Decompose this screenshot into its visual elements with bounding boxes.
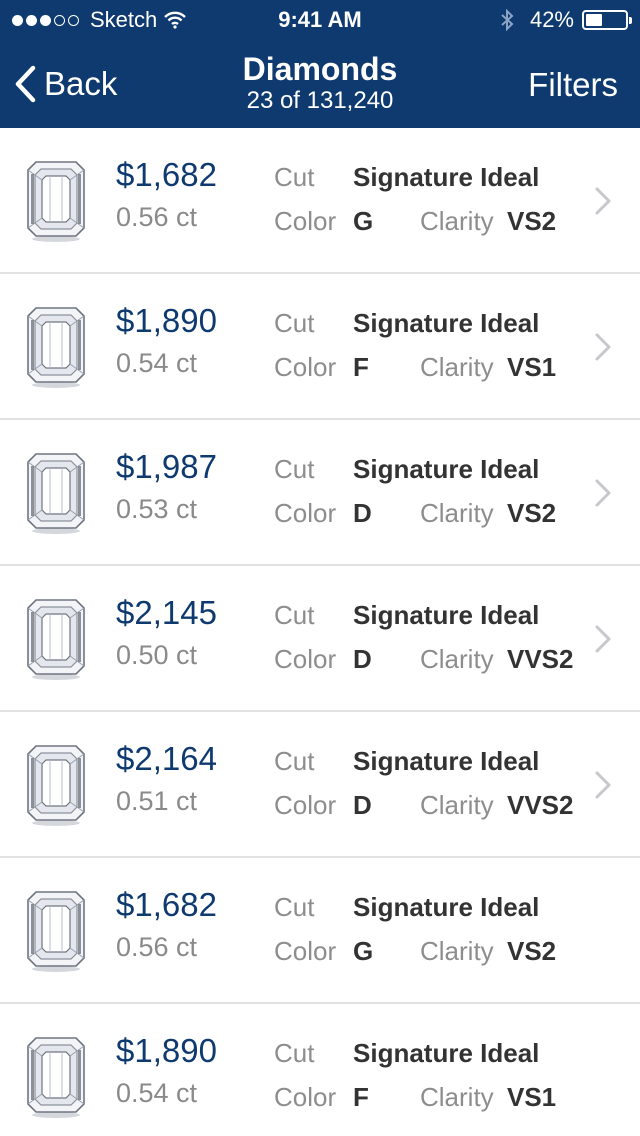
cut-value: Signature Ideal — [353, 162, 540, 192]
diamond-row-5[interactable]: $2,164 0.51 ct Cut Signature Ideal Color… — [0, 712, 640, 858]
emerald-cut-diamond-icon — [27, 453, 85, 534]
chevron-right-icon — [595, 333, 611, 361]
clarity-label: Clarity — [420, 352, 494, 382]
clarity-value: VVS2 — [507, 790, 574, 820]
color-label: Color — [274, 644, 337, 674]
diamond-carat: 0.53 ct — [116, 494, 198, 524]
color-label: Color — [274, 498, 337, 528]
emerald-cut-diamond-icon — [27, 307, 85, 388]
diamond-row-6[interactable]: $1,682 0.56 ct Cut Signature Ideal Color… — [0, 858, 640, 1004]
diamond-carat: 0.50 ct — [116, 640, 198, 670]
emerald-cut-diamond-icon — [27, 891, 85, 972]
diamond-row-1[interactable]: $1,682 0.56 ct Cut Signature Ideal Color… — [0, 128, 640, 274]
cut-label: Cut — [274, 308, 315, 338]
color-value: D — [353, 644, 372, 674]
diamond-carat: 0.56 ct — [116, 932, 198, 962]
diamond-price: $1,682 — [116, 886, 217, 923]
diamond-row-4[interactable]: $2,145 0.50 ct Cut Signature Ideal Color… — [0, 566, 640, 712]
clarity-value: VS2 — [507, 936, 557, 966]
battery-icon — [582, 10, 632, 30]
battery-level-fill — [586, 14, 602, 26]
cut-value: Signature Ideal — [353, 892, 540, 922]
color-value: G — [353, 936, 374, 966]
clarity-label: Clarity — [420, 1082, 494, 1112]
cut-label: Cut — [274, 1038, 315, 1068]
diamond-price: $1,682 — [116, 156, 217, 193]
status-bar: Sketch 9:41 AM 42% — [0, 0, 640, 40]
cut-label: Cut — [274, 746, 315, 776]
emerald-cut-diamond-icon — [27, 161, 85, 242]
clarity-value: VVS2 — [507, 644, 574, 674]
diamond-carat: 0.54 ct — [116, 348, 198, 378]
emerald-cut-diamond-icon — [27, 1037, 85, 1118]
cut-value: Signature Ideal — [353, 746, 540, 776]
clarity-label: Clarity — [420, 790, 494, 820]
chevron-right-icon — [595, 479, 611, 507]
diamond-row-7[interactable]: $1,890 0.54 ct Cut Signature Ideal Color… — [0, 1004, 640, 1136]
color-label: Color — [274, 352, 337, 382]
status-right: 42% — [500, 7, 632, 33]
chevron-right-icon — [595, 625, 611, 653]
diamond-price: $1,890 — [116, 302, 217, 339]
color-label: Color — [274, 1082, 337, 1112]
diamond-carat: 0.51 ct — [116, 786, 198, 816]
chevron-right-icon — [595, 771, 611, 799]
clarity-value: VS1 — [507, 1082, 557, 1112]
color-value: F — [353, 1082, 369, 1112]
clarity-label: Clarity — [420, 936, 494, 966]
clarity-value: VS2 — [507, 206, 557, 236]
bluetooth-icon — [501, 9, 514, 31]
diamond-list[interactable]: $1,682 0.56 ct Cut Signature Ideal Color… — [0, 128, 640, 1136]
diamond-row-3[interactable]: $1,987 0.53 ct Cut Signature Ideal Color… — [0, 420, 640, 566]
color-label: Color — [274, 206, 337, 236]
color-value: F — [353, 352, 369, 382]
clarity-label: Clarity — [420, 206, 494, 236]
diamond-price: $2,145 — [116, 594, 217, 631]
clarity-label: Clarity — [420, 498, 494, 528]
clarity-value: VS1 — [507, 352, 557, 382]
cut-value: Signature Ideal — [353, 600, 540, 630]
diamond-price: $1,890 — [116, 1032, 217, 1069]
clarity-value: VS2 — [507, 498, 557, 528]
diamond-carat: 0.54 ct — [116, 1078, 198, 1108]
cut-label: Cut — [274, 454, 315, 484]
battery-cap — [629, 17, 632, 24]
color-label: Color — [274, 790, 337, 820]
chevron-right-icon — [595, 187, 611, 215]
cut-value: Signature Ideal — [353, 454, 540, 484]
color-label: Color — [274, 936, 337, 966]
color-value: D — [353, 498, 372, 528]
cut-label: Cut — [274, 892, 315, 922]
clarity-label: Clarity — [420, 644, 494, 674]
diamond-carat: 0.56 ct — [116, 202, 198, 232]
cut-label: Cut — [274, 600, 315, 630]
emerald-cut-diamond-icon — [27, 745, 85, 826]
navigation-header: Sketch 9:41 AM 42% Back Diamonds 23 of 1… — [0, 0, 640, 128]
diamond-price: $1,987 — [116, 448, 217, 485]
filters-button[interactable]: Filters — [528, 66, 618, 104]
color-value: D — [353, 790, 372, 820]
diamond-price: $2,164 — [116, 740, 217, 777]
cut-value: Signature Ideal — [353, 1038, 540, 1068]
emerald-cut-diamond-icon — [27, 599, 85, 680]
diamond-row-2[interactable]: $1,890 0.54 ct Cut Signature Ideal Color… — [0, 274, 640, 420]
battery-percent: 42% — [529, 7, 574, 32]
cut-value: Signature Ideal — [353, 308, 540, 338]
color-value: G — [353, 206, 374, 236]
cut-label: Cut — [274, 162, 315, 192]
